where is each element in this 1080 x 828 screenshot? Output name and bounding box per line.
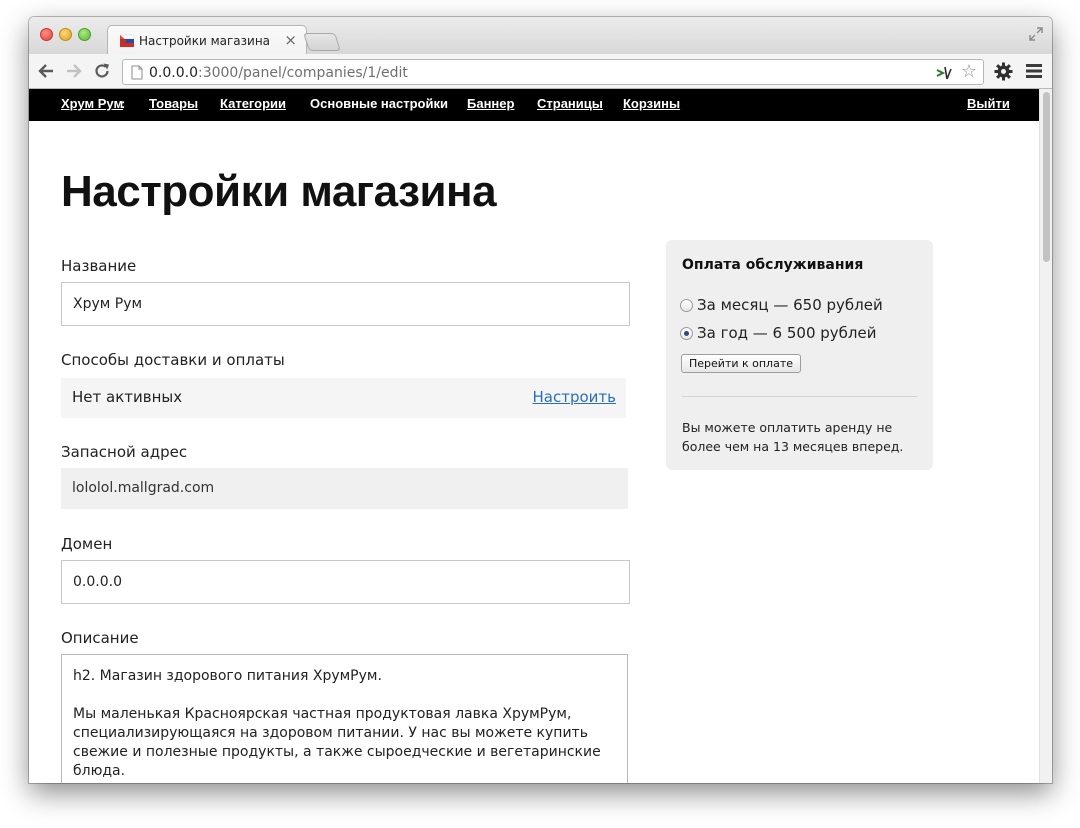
- extension-icon[interactable]: [935, 64, 953, 82]
- maximize-window-button[interactable]: [78, 28, 91, 41]
- nav-item-carts[interactable]: Корзины: [623, 96, 680, 111]
- nav-item-products[interactable]: Товары: [149, 96, 198, 111]
- back-button[interactable]: [35, 60, 57, 82]
- nav-item-main-settings[interactable]: Основные настройки: [310, 96, 448, 111]
- gear-icon[interactable]: [993, 61, 1014, 82]
- nav-item-pages[interactable]: Страницы: [537, 96, 603, 111]
- payment-title: Оплата обслуживания: [682, 257, 864, 273]
- url-path: :3000/panel/companies/1/edit: [197, 65, 408, 81]
- payment-option-month[interactable]: За месяц — 650 рублей: [680, 296, 883, 314]
- nav-item-categories[interactable]: Категории: [220, 96, 286, 111]
- reload-button[interactable]: [91, 60, 113, 82]
- tab-title: Настройки магазина: [139, 34, 271, 48]
- backup-address-label: Запасной адрес: [61, 443, 188, 461]
- minimize-window-button[interactable]: [59, 28, 72, 41]
- logout-link[interactable]: Выйти: [967, 96, 1010, 111]
- nav-brand-link[interactable]: Хрум Рум: [61, 96, 123, 111]
- name-input[interactable]: Хрум Рум: [61, 282, 630, 326]
- delivery-label: Способы доставки и оплаты: [61, 351, 285, 369]
- address-bar[interactable]: 0.0.0.0:3000/panel/companies/1/edit ☆: [122, 59, 984, 85]
- configure-delivery-link[interactable]: Настроить: [533, 388, 616, 406]
- browser-tab[interactable]: Настройки магазина ×: [107, 25, 307, 55]
- forward-button[interactable]: [63, 60, 85, 82]
- arrow-left-icon: [38, 64, 53, 78]
- fullscreen-icon[interactable]: [1028, 26, 1044, 42]
- reload-icon: [95, 63, 109, 78]
- page-viewport: Хрум Рум : Товары Категории Основные нас…: [29, 89, 1052, 783]
- scrollbar-thumb[interactable]: [1043, 92, 1050, 262]
- year-option-label: За год — 6 500 рублей: [697, 324, 877, 342]
- bookmark-star-icon[interactable]: ☆: [961, 63, 977, 81]
- year-radio[interactable]: [680, 326, 693, 340]
- nav-item-banner[interactable]: Баннер: [467, 96, 514, 111]
- delivery-status: Нет активных: [72, 388, 183, 406]
- browser-toolbar: 0.0.0.0:3000/panel/companies/1/edit ☆: [29, 54, 1052, 89]
- domain-input[interactable]: 0.0.0.0: [61, 560, 630, 604]
- go-to-payment-button[interactable]: Перейти к оплате: [681, 354, 802, 373]
- url-text: 0.0.0.0:3000/panel/companies/1/edit: [149, 65, 408, 81]
- name-label: Название: [61, 257, 137, 275]
- site-nav: Хрум Рум : Товары Категории Основные нас…: [29, 89, 1039, 121]
- title-bar: Настройки магазина ×: [29, 17, 1052, 55]
- nav-brand-colon: :: [121, 96, 126, 111]
- arrow-right-icon: [67, 64, 82, 78]
- description-textarea[interactable]: h2. Магазин здорового питания ХрумРум. М…: [61, 654, 628, 783]
- page-title: Настройки магазина: [61, 167, 497, 216]
- page-scrollbar[interactable]: [1039, 89, 1052, 783]
- month-radio[interactable]: [680, 298, 693, 312]
- domain-label: Домен: [61, 535, 113, 553]
- browser-window: Настройки магазина × 0.0.0.0:3000/panel/…: [29, 17, 1052, 783]
- description-label: Описание: [61, 629, 139, 647]
- month-option-label: За месяц — 650 рублей: [697, 296, 883, 314]
- delivery-box: Нет активных Настроить: [61, 378, 626, 418]
- url-host: 0.0.0.0: [149, 65, 198, 81]
- menu-icon[interactable]: [1025, 63, 1043, 79]
- payment-note: Вы можете оплатить аренду не более чем н…: [682, 420, 904, 454]
- flag-favicon-icon: [120, 34, 134, 47]
- payment-panel: Оплата обслуживания За месяц — 650 рубле…: [666, 240, 933, 470]
- new-tab-button[interactable]: [303, 33, 341, 51]
- page-icon: [131, 65, 143, 80]
- payment-divider: [682, 396, 917, 397]
- close-window-button[interactable]: [40, 28, 53, 41]
- backup-address-value: lololol.mallgrad.com: [61, 468, 628, 509]
- payment-option-year[interactable]: За год — 6 500 рублей: [680, 324, 876, 342]
- tab-close-icon[interactable]: ×: [284, 31, 297, 49]
